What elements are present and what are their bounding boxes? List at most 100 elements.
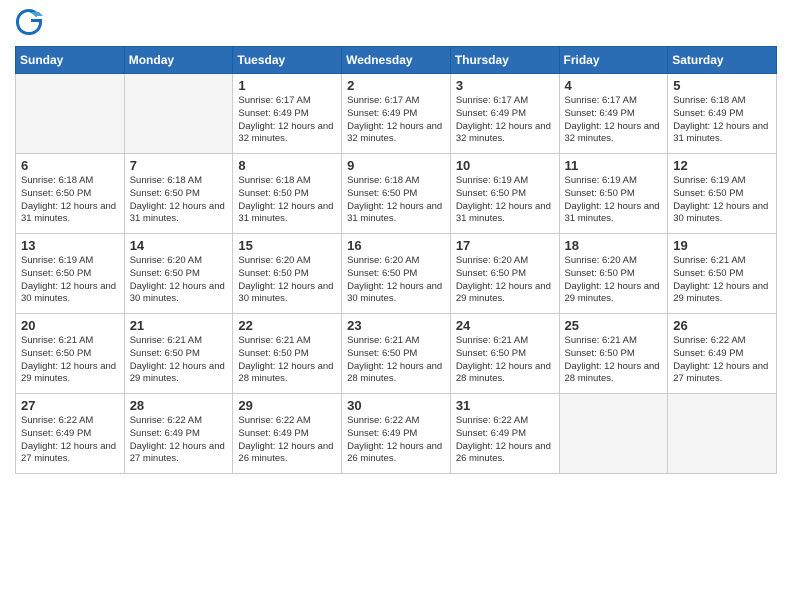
day-info: Sunrise: 6:19 AM Sunset: 6:50 PM Dayligh… <box>565 175 663 226</box>
day-number: 23 <box>347 318 445 333</box>
calendar-day-cell: 8Sunrise: 6:18 AM Sunset: 6:50 PM Daylig… <box>233 154 342 234</box>
calendar-day-cell: 13 Sunrise: 6:19 AM Sunset: 6:50 PM Dayli… <box>16 234 125 314</box>
calendar-day-cell: 9 Sunrise: 6:18 AM Sunset: 6:50 PM Daylig… <box>342 154 451 234</box>
page: SundayMondayTuesdayWednesdayThursdayFrid… <box>0 0 792 489</box>
logo-icon <box>15 8 43 36</box>
calendar-day-cell: 26 Sunrise: 6:22 AM Sunset: 6:49 PM Dayli… <box>668 314 777 394</box>
day-info: Sunrise: 6:20 AM Sunset: 6:50 PM Dayligh… <box>238 255 336 306</box>
day-info: Sunrise: 6:22 AM Sunset: 6:49 PM Dayligh… <box>21 415 119 466</box>
calendar-day-cell <box>16 74 125 154</box>
calendar-day-cell: 31Sunrise: 6:22 AM Sunset: 6:49 PM Dayli… <box>450 394 559 474</box>
calendar-day-cell: 15 Sunrise: 6:20 AM Sunset: 6:50 PM Dayli… <box>233 234 342 314</box>
day-number: 10 <box>456 158 554 173</box>
header <box>15 10 777 38</box>
day-info: Sunrise: 6:18 AM Sunset: 6:49 PM Dayligh… <box>673 95 771 146</box>
day-info: Sunrise: 6:22 AM Sunset: 6:49 PM Dayligh… <box>347 415 445 466</box>
day-number: 27 <box>21 398 119 413</box>
day-info: Sunrise: 6:18 AM Sunset: 6:50 PM Dayligh… <box>238 175 336 226</box>
day-number: 19 <box>673 238 771 253</box>
calendar-day-cell: 30 Sunrise: 6:22 AM Sunset: 6:49 PM Dayli… <box>342 394 451 474</box>
day-number: 26 <box>673 318 771 333</box>
day-number: 4 <box>565 78 663 93</box>
calendar-week-row: 27 Sunrise: 6:22 AM Sunset: 6:49 PM Dayli… <box>16 394 777 474</box>
day-number: 15 <box>238 238 336 253</box>
calendar-day-cell: 19 Sunrise: 6:21 AM Sunset: 6:50 PM Dayli… <box>668 234 777 314</box>
calendar-day-cell: 11Sunrise: 6:19 AM Sunset: 6:50 PM Dayli… <box>559 154 668 234</box>
day-number: 14 <box>130 238 228 253</box>
day-info: Sunrise: 6:21 AM Sunset: 6:50 PM Dayligh… <box>456 335 554 386</box>
calendar-week-row: 6 Sunrise: 6:18 AM Sunset: 6:50 PM Daylig… <box>16 154 777 234</box>
calendar-week-row: 1 Sunrise: 6:17 AM Sunset: 6:49 PM Daylig… <box>16 74 777 154</box>
day-info: Sunrise: 6:22 AM Sunset: 6:49 PM Dayligh… <box>673 335 771 386</box>
calendar-day-cell: 29 Sunrise: 6:22 AM Sunset: 6:49 PM Dayli… <box>233 394 342 474</box>
day-number: 1 <box>238 78 336 93</box>
day-info: Sunrise: 6:21 AM Sunset: 6:50 PM Dayligh… <box>21 335 119 386</box>
day-number: 6 <box>21 158 119 173</box>
day-info: Sunrise: 6:19 AM Sunset: 6:50 PM Dayligh… <box>21 255 119 306</box>
day-info: Sunrise: 6:22 AM Sunset: 6:49 PM Dayligh… <box>456 415 554 466</box>
day-info: Sunrise: 6:21 AM Sunset: 6:50 PM Dayligh… <box>347 335 445 386</box>
logo <box>15 10 47 38</box>
calendar-day-cell: 7Sunrise: 6:18 AM Sunset: 6:50 PM Daylig… <box>124 154 233 234</box>
calendar-day-cell <box>668 394 777 474</box>
day-number: 9 <box>347 158 445 173</box>
day-info: Sunrise: 6:21 AM Sunset: 6:50 PM Dayligh… <box>565 335 663 386</box>
day-info: Sunrise: 6:20 AM Sunset: 6:50 PM Dayligh… <box>347 255 445 306</box>
day-info: Sunrise: 6:18 AM Sunset: 6:50 PM Dayligh… <box>21 175 119 226</box>
day-number: 30 <box>347 398 445 413</box>
calendar-day-cell: 16Sunrise: 6:20 AM Sunset: 6:50 PM Dayli… <box>342 234 451 314</box>
day-number: 20 <box>21 318 119 333</box>
calendar-week-row: 20 Sunrise: 6:21 AM Sunset: 6:50 PM Dayli… <box>16 314 777 394</box>
day-info: Sunrise: 6:19 AM Sunset: 6:50 PM Dayligh… <box>456 175 554 226</box>
day-info: Sunrise: 6:19 AM Sunset: 6:50 PM Dayligh… <box>673 175 771 226</box>
calendar-day-cell: 20 Sunrise: 6:21 AM Sunset: 6:50 PM Dayli… <box>16 314 125 394</box>
day-info: Sunrise: 6:17 AM Sunset: 6:49 PM Dayligh… <box>565 95 663 146</box>
day-info: Sunrise: 6:20 AM Sunset: 6:50 PM Dayligh… <box>456 255 554 306</box>
calendar-day-cell: 4 Sunrise: 6:17 AM Sunset: 6:49 PM Daylig… <box>559 74 668 154</box>
day-info: Sunrise: 6:21 AM Sunset: 6:50 PM Dayligh… <box>238 335 336 386</box>
day-info: Sunrise: 6:21 AM Sunset: 6:50 PM Dayligh… <box>130 335 228 386</box>
calendar-header-row: SundayMondayTuesdayWednesdayThursdayFrid… <box>16 47 777 74</box>
calendar-day-cell: 28 Sunrise: 6:22 AM Sunset: 6:49 PM Dayli… <box>124 394 233 474</box>
calendar-day-cell: 24 Sunrise: 6:21 AM Sunset: 6:50 PM Dayli… <box>450 314 559 394</box>
calendar-day-cell: 1 Sunrise: 6:17 AM Sunset: 6:49 PM Daylig… <box>233 74 342 154</box>
day-info: Sunrise: 6:20 AM Sunset: 6:50 PM Dayligh… <box>130 255 228 306</box>
calendar-day-cell <box>124 74 233 154</box>
calendar-day-cell: 27 Sunrise: 6:22 AM Sunset: 6:49 PM Dayli… <box>16 394 125 474</box>
day-number: 28 <box>130 398 228 413</box>
day-number: 17 <box>456 238 554 253</box>
calendar-day-header: Friday <box>559 47 668 74</box>
day-info: Sunrise: 6:22 AM Sunset: 6:49 PM Dayligh… <box>238 415 336 466</box>
day-info: Sunrise: 6:17 AM Sunset: 6:49 PM Dayligh… <box>456 95 554 146</box>
calendar-day-cell: 18Sunrise: 6:20 AM Sunset: 6:50 PM Dayli… <box>559 234 668 314</box>
day-number: 22 <box>238 318 336 333</box>
calendar-day-cell: 10 Sunrise: 6:19 AM Sunset: 6:50 PM Dayli… <box>450 154 559 234</box>
calendar-day-cell: 21Sunrise: 6:21 AM Sunset: 6:50 PM Dayli… <box>124 314 233 394</box>
day-info: Sunrise: 6:21 AM Sunset: 6:50 PM Dayligh… <box>673 255 771 306</box>
day-info: Sunrise: 6:17 AM Sunset: 6:49 PM Dayligh… <box>347 95 445 146</box>
day-number: 12 <box>673 158 771 173</box>
day-number: 13 <box>21 238 119 253</box>
calendar-day-cell: 2Sunrise: 6:17 AM Sunset: 6:49 PM Daylig… <box>342 74 451 154</box>
day-info: Sunrise: 6:18 AM Sunset: 6:50 PM Dayligh… <box>347 175 445 226</box>
day-number: 5 <box>673 78 771 93</box>
day-number: 29 <box>238 398 336 413</box>
calendar-day-header: Wednesday <box>342 47 451 74</box>
calendar-day-cell: 25 Sunrise: 6:21 AM Sunset: 6:50 PM Dayli… <box>559 314 668 394</box>
calendar-day-cell: 23 Sunrise: 6:21 AM Sunset: 6:50 PM Dayli… <box>342 314 451 394</box>
calendar-day-cell: 22 Sunrise: 6:21 AM Sunset: 6:50 PM Dayli… <box>233 314 342 394</box>
calendar-day-header: Saturday <box>668 47 777 74</box>
day-number: 7 <box>130 158 228 173</box>
calendar-table: SundayMondayTuesdayWednesdayThursdayFrid… <box>15 46 777 474</box>
day-number: 25 <box>565 318 663 333</box>
calendar-day-header: Tuesday <box>233 47 342 74</box>
day-info: Sunrise: 6:22 AM Sunset: 6:49 PM Dayligh… <box>130 415 228 466</box>
calendar-day-cell: 12 Sunrise: 6:19 AM Sunset: 6:50 PM Dayli… <box>668 154 777 234</box>
day-number: 24 <box>456 318 554 333</box>
day-number: 3 <box>456 78 554 93</box>
calendar-day-cell: 3 Sunrise: 6:17 AM Sunset: 6:49 PM Daylig… <box>450 74 559 154</box>
calendar-day-cell: 14 Sunrise: 6:20 AM Sunset: 6:50 PM Dayli… <box>124 234 233 314</box>
day-info: Sunrise: 6:20 AM Sunset: 6:50 PM Dayligh… <box>565 255 663 306</box>
calendar-day-header: Sunday <box>16 47 125 74</box>
day-info: Sunrise: 6:17 AM Sunset: 6:49 PM Dayligh… <box>238 95 336 146</box>
